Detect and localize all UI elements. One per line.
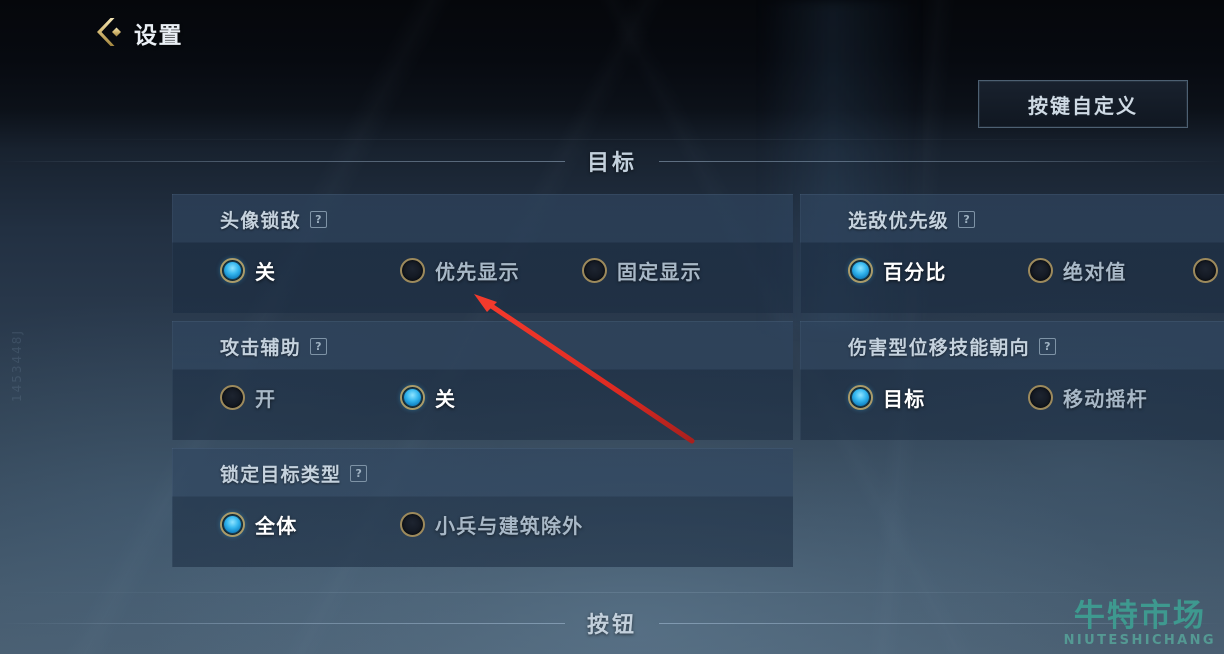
setting-card-dash-skill-direction: 伤害型位移技能朝向 ? 目标 移动摇杆 <box>800 321 1224 440</box>
option-lock-target-except-minions-buildings[interactable]: 小兵与建筑除外 <box>400 510 583 539</box>
radio-icon-selected <box>220 258 245 283</box>
option-label: 移动摇杆 <box>1063 387 1148 411</box>
radio-icon-selected <box>848 258 873 283</box>
option-label: 关 <box>435 387 457 411</box>
section-rule-left <box>0 622 565 624</box>
options-row: 百分比 绝对值 <box>848 256 1224 285</box>
section-rule-right <box>659 622 1224 624</box>
options-row: 开 关 <box>220 383 456 412</box>
options-row: 目标 移动摇杆 <box>848 383 1148 412</box>
option-attack-assist-on[interactable]: 开 <box>220 383 400 412</box>
setting-card-avatar-lock: 头像锁敌 ? 关 优先显示 固定显示 <box>172 194 793 313</box>
card-title: 伤害型位移技能朝向 <box>848 337 1030 359</box>
key-customization-label: 按键自定义 <box>1028 93 1138 118</box>
option-enemy-priority-percent[interactable]: 百分比 <box>848 256 1028 285</box>
section-rule-right <box>659 160 1224 162</box>
background-horizon-line-upper <box>0 139 1224 140</box>
radio-icon-unselected <box>1028 385 1053 410</box>
option-label: 关 <box>255 260 277 284</box>
background-horizon-line <box>0 592 1224 593</box>
help-icon[interactable]: ? <box>350 465 368 482</box>
option-label: 优先显示 <box>435 260 520 284</box>
options-row: 全体 小兵与建筑除外 <box>220 510 583 539</box>
card-title: 选敌优先级 <box>848 210 950 232</box>
card-title-row: 伤害型位移技能朝向 ? <box>848 333 1056 360</box>
option-enemy-priority-absolute[interactable]: 绝对值 <box>1028 256 1193 285</box>
card-title: 头像锁敌 <box>220 210 301 232</box>
option-attack-assist-off[interactable]: 关 <box>400 383 456 412</box>
help-icon[interactable]: ? <box>309 338 327 355</box>
back-button[interactable] <box>88 12 128 52</box>
options-row: 关 优先显示 固定显示 <box>220 256 702 285</box>
radio-icon-selected <box>400 385 425 410</box>
radio-icon-unselected <box>400 258 425 283</box>
page-title: 设置 <box>134 23 183 49</box>
help-icon[interactable]: ? <box>309 211 327 228</box>
top-bar: 设置 <box>0 0 1224 62</box>
card-title-row: 锁定目标类型 ? <box>220 460 368 487</box>
option-label: 小兵与建筑除外 <box>435 514 584 538</box>
option-label: 开 <box>255 387 277 411</box>
key-customization-button[interactable]: 按键自定义 <box>978 80 1188 128</box>
option-avatar-lock-fixed-show[interactable]: 固定显示 <box>582 256 702 285</box>
section-label: 目标 <box>587 151 638 176</box>
section-header-target: 目标 <box>0 146 1224 176</box>
card-title: 攻击辅助 <box>220 337 301 359</box>
section-header-button: 按钮 <box>0 608 1224 638</box>
radio-icon-unselected <box>400 512 425 537</box>
option-avatar-lock-priority-show[interactable]: 优先显示 <box>400 256 582 285</box>
radio-icon-unselected <box>220 385 245 410</box>
radio-icon-unselected <box>582 258 607 283</box>
option-lock-target-all[interactable]: 全体 <box>220 510 400 539</box>
radio-icon-selected <box>848 385 873 410</box>
section-rule-left <box>0 160 565 162</box>
back-chevron-icon <box>97 18 121 46</box>
radio-icon-unselected <box>1193 258 1218 283</box>
option-label: 百分比 <box>883 260 947 284</box>
settings-screen: 设置 按键自定义 目标 头像锁敌 ? 关 优先显示 固定显示 攻击辅助 ? 开 … <box>0 0 1224 654</box>
setting-card-enemy-priority: 选敌优先级 ? 百分比 绝对值 <box>800 194 1224 313</box>
option-avatar-lock-off[interactable]: 关 <box>220 256 400 285</box>
help-icon[interactable]: ? <box>1038 338 1056 355</box>
card-title-row: 选敌优先级 ? <box>848 206 976 233</box>
radio-icon-selected <box>220 512 245 537</box>
option-enemy-priority-third-clipped[interactable] <box>1193 258 1224 283</box>
setting-card-attack-assist: 攻击辅助 ? 开 关 <box>172 321 793 440</box>
option-dash-direction-move-stick[interactable]: 移动摇杆 <box>1028 383 1148 412</box>
section-label: 按钮 <box>587 613 638 638</box>
card-title-row: 头像锁敌 ? <box>220 206 327 233</box>
option-label: 绝对值 <box>1063 260 1127 284</box>
option-label: 固定显示 <box>617 260 702 284</box>
setting-card-lock-target-type: 锁定目标类型 ? 全体 小兵与建筑除外 <box>172 448 793 567</box>
option-label: 目标 <box>883 387 926 411</box>
card-title: 锁定目标类型 <box>220 464 342 486</box>
option-dash-direction-target[interactable]: 目标 <box>848 383 1028 412</box>
help-icon[interactable]: ? <box>958 211 976 228</box>
card-title-row: 攻击辅助 ? <box>220 333 327 360</box>
radio-icon-unselected <box>1028 258 1053 283</box>
option-label: 全体 <box>255 514 298 538</box>
